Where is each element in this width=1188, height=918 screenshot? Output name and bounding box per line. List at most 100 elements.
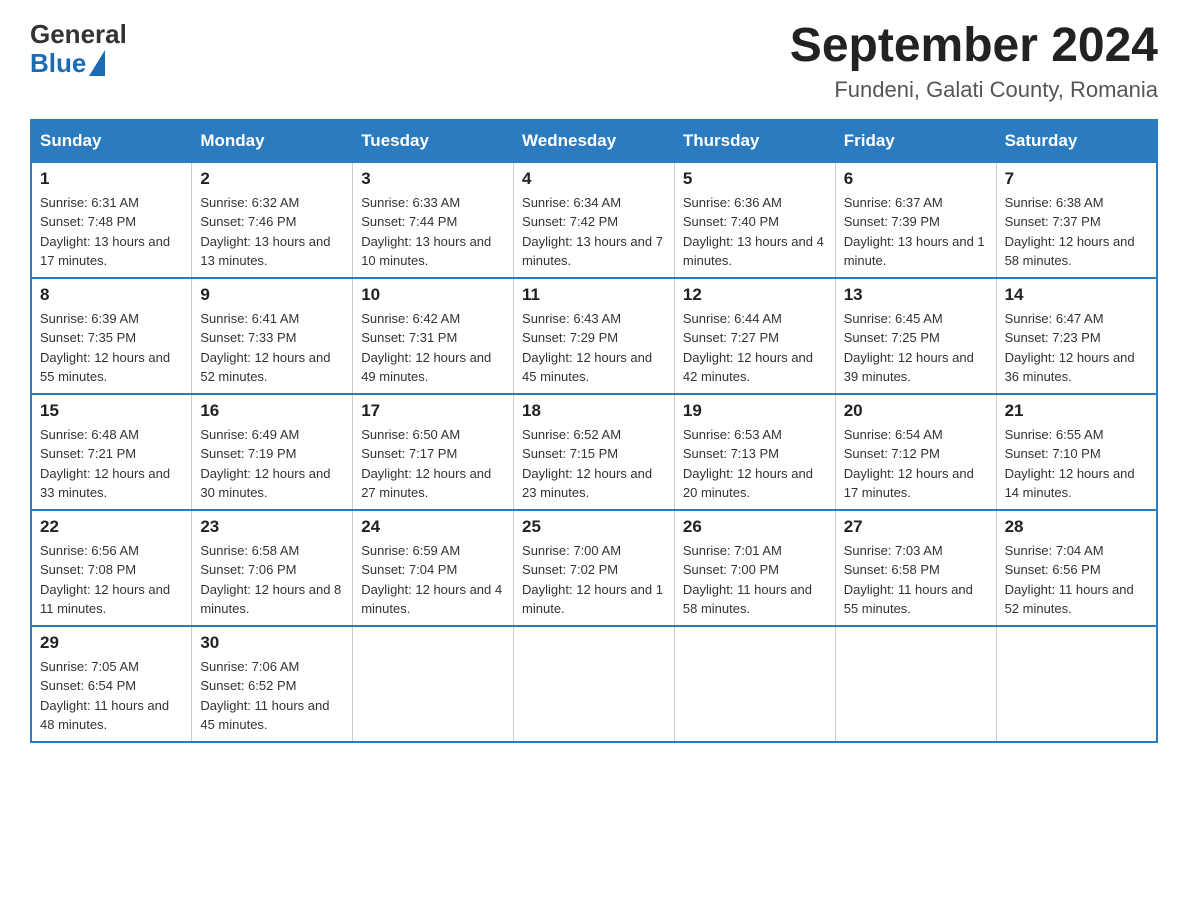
day-info: Sunrise: 6:55 AMSunset: 7:10 PMDaylight:…: [1005, 425, 1148, 503]
calendar-day-cell: 30 Sunrise: 7:06 AMSunset: 6:52 PMDaylig…: [192, 626, 353, 742]
day-of-week-header: Wednesday: [514, 120, 675, 162]
day-info: Sunrise: 6:37 AMSunset: 7:39 PMDaylight:…: [844, 193, 988, 271]
day-info: Sunrise: 6:36 AMSunset: 7:40 PMDaylight:…: [683, 193, 827, 271]
day-info: Sunrise: 7:01 AMSunset: 7:00 PMDaylight:…: [683, 541, 827, 619]
day-info: Sunrise: 6:47 AMSunset: 7:23 PMDaylight:…: [1005, 309, 1148, 387]
calendar-day-cell: 1 Sunrise: 6:31 AMSunset: 7:48 PMDayligh…: [31, 162, 192, 278]
title-area: September 2024 Fundeni, Galati County, R…: [790, 20, 1158, 103]
day-info: Sunrise: 6:52 AMSunset: 7:15 PMDaylight:…: [522, 425, 666, 503]
day-number: 22: [40, 517, 183, 537]
day-number: 29: [40, 633, 183, 653]
day-number: 10: [361, 285, 505, 305]
day-info: Sunrise: 6:54 AMSunset: 7:12 PMDaylight:…: [844, 425, 988, 503]
day-info: Sunrise: 6:44 AMSunset: 7:27 PMDaylight:…: [683, 309, 827, 387]
calendar-week-row: 1 Sunrise: 6:31 AMSunset: 7:48 PMDayligh…: [31, 162, 1157, 278]
calendar-day-cell: 11 Sunrise: 6:43 AMSunset: 7:29 PMDaylig…: [514, 278, 675, 394]
calendar-day-cell: 2 Sunrise: 6:32 AMSunset: 7:46 PMDayligh…: [192, 162, 353, 278]
calendar-day-cell: 25 Sunrise: 7:00 AMSunset: 7:02 PMDaylig…: [514, 510, 675, 626]
calendar-day-cell: [996, 626, 1157, 742]
calendar-day-cell: [835, 626, 996, 742]
day-number: 21: [1005, 401, 1148, 421]
day-info: Sunrise: 6:53 AMSunset: 7:13 PMDaylight:…: [683, 425, 827, 503]
day-number: 27: [844, 517, 988, 537]
calendar-day-cell: 29 Sunrise: 7:05 AMSunset: 6:54 PMDaylig…: [31, 626, 192, 742]
day-info: Sunrise: 7:05 AMSunset: 6:54 PMDaylight:…: [40, 657, 183, 735]
day-info: Sunrise: 6:31 AMSunset: 7:48 PMDaylight:…: [40, 193, 183, 271]
day-info: Sunrise: 6:39 AMSunset: 7:35 PMDaylight:…: [40, 309, 183, 387]
calendar-day-cell: 22 Sunrise: 6:56 AMSunset: 7:08 PMDaylig…: [31, 510, 192, 626]
day-of-week-header: Sunday: [31, 120, 192, 162]
day-number: 25: [522, 517, 666, 537]
page-header: General Blue September 2024 Fundeni, Gal…: [30, 20, 1158, 103]
calendar-day-cell: 16 Sunrise: 6:49 AMSunset: 7:19 PMDaylig…: [192, 394, 353, 510]
calendar-week-row: 22 Sunrise: 6:56 AMSunset: 7:08 PMDaylig…: [31, 510, 1157, 626]
calendar-day-cell: [514, 626, 675, 742]
calendar-day-cell: 13 Sunrise: 6:45 AMSunset: 7:25 PMDaylig…: [835, 278, 996, 394]
day-of-week-header: Saturday: [996, 120, 1157, 162]
calendar-table: SundayMondayTuesdayWednesdayThursdayFrid…: [30, 119, 1158, 743]
calendar-day-cell: 14 Sunrise: 6:47 AMSunset: 7:23 PMDaylig…: [996, 278, 1157, 394]
calendar-day-cell: 4 Sunrise: 6:34 AMSunset: 7:42 PMDayligh…: [514, 162, 675, 278]
calendar-title: September 2024: [790, 20, 1158, 73]
logo: General Blue: [30, 20, 127, 77]
calendar-header-row: SundayMondayTuesdayWednesdayThursdayFrid…: [31, 120, 1157, 162]
day-number: 19: [683, 401, 827, 421]
calendar-week-row: 8 Sunrise: 6:39 AMSunset: 7:35 PMDayligh…: [31, 278, 1157, 394]
calendar-day-cell: 21 Sunrise: 6:55 AMSunset: 7:10 PMDaylig…: [996, 394, 1157, 510]
calendar-day-cell: 17 Sunrise: 6:50 AMSunset: 7:17 PMDaylig…: [353, 394, 514, 510]
calendar-day-cell: 15 Sunrise: 6:48 AMSunset: 7:21 PMDaylig…: [31, 394, 192, 510]
day-number: 23: [200, 517, 344, 537]
calendar-day-cell: 23 Sunrise: 6:58 AMSunset: 7:06 PMDaylig…: [192, 510, 353, 626]
calendar-day-cell: 5 Sunrise: 6:36 AMSunset: 7:40 PMDayligh…: [674, 162, 835, 278]
day-number: 14: [1005, 285, 1148, 305]
calendar-week-row: 15 Sunrise: 6:48 AMSunset: 7:21 PMDaylig…: [31, 394, 1157, 510]
day-of-week-header: Tuesday: [353, 120, 514, 162]
calendar-day-cell: 3 Sunrise: 6:33 AMSunset: 7:44 PMDayligh…: [353, 162, 514, 278]
calendar-day-cell: 24 Sunrise: 6:59 AMSunset: 7:04 PMDaylig…: [353, 510, 514, 626]
day-info: Sunrise: 6:42 AMSunset: 7:31 PMDaylight:…: [361, 309, 505, 387]
calendar-day-cell: 12 Sunrise: 6:44 AMSunset: 7:27 PMDaylig…: [674, 278, 835, 394]
day-number: 24: [361, 517, 505, 537]
calendar-day-cell: 20 Sunrise: 6:54 AMSunset: 7:12 PMDaylig…: [835, 394, 996, 510]
day-info: Sunrise: 7:03 AMSunset: 6:58 PMDaylight:…: [844, 541, 988, 619]
day-number: 13: [844, 285, 988, 305]
calendar-subtitle: Fundeni, Galati County, Romania: [790, 77, 1158, 103]
day-info: Sunrise: 7:06 AMSunset: 6:52 PMDaylight:…: [200, 657, 344, 735]
day-info: Sunrise: 7:04 AMSunset: 6:56 PMDaylight:…: [1005, 541, 1148, 619]
calendar-day-cell: [674, 626, 835, 742]
day-number: 11: [522, 285, 666, 305]
day-info: Sunrise: 7:00 AMSunset: 7:02 PMDaylight:…: [522, 541, 666, 619]
calendar-day-cell: 9 Sunrise: 6:41 AMSunset: 7:33 PMDayligh…: [192, 278, 353, 394]
day-info: Sunrise: 6:50 AMSunset: 7:17 PMDaylight:…: [361, 425, 505, 503]
day-info: Sunrise: 6:45 AMSunset: 7:25 PMDaylight:…: [844, 309, 988, 387]
day-info: Sunrise: 6:38 AMSunset: 7:37 PMDaylight:…: [1005, 193, 1148, 271]
logo-blue-text: Blue: [30, 49, 86, 78]
calendar-day-cell: 28 Sunrise: 7:04 AMSunset: 6:56 PMDaylig…: [996, 510, 1157, 626]
calendar-day-cell: 19 Sunrise: 6:53 AMSunset: 7:13 PMDaylig…: [674, 394, 835, 510]
day-number: 16: [200, 401, 344, 421]
day-number: 9: [200, 285, 344, 305]
calendar-day-cell: 18 Sunrise: 6:52 AMSunset: 7:15 PMDaylig…: [514, 394, 675, 510]
day-number: 26: [683, 517, 827, 537]
day-number: 7: [1005, 169, 1148, 189]
day-number: 6: [844, 169, 988, 189]
day-info: Sunrise: 6:48 AMSunset: 7:21 PMDaylight:…: [40, 425, 183, 503]
day-number: 15: [40, 401, 183, 421]
calendar-day-cell: 10 Sunrise: 6:42 AMSunset: 7:31 PMDaylig…: [353, 278, 514, 394]
calendar-day-cell: 27 Sunrise: 7:03 AMSunset: 6:58 PMDaylig…: [835, 510, 996, 626]
day-info: Sunrise: 6:41 AMSunset: 7:33 PMDaylight:…: [200, 309, 344, 387]
calendar-day-cell: 8 Sunrise: 6:39 AMSunset: 7:35 PMDayligh…: [31, 278, 192, 394]
calendar-week-row: 29 Sunrise: 7:05 AMSunset: 6:54 PMDaylig…: [31, 626, 1157, 742]
day-info: Sunrise: 6:59 AMSunset: 7:04 PMDaylight:…: [361, 541, 505, 619]
logo-general-text: General: [30, 20, 127, 49]
calendar-day-cell: 6 Sunrise: 6:37 AMSunset: 7:39 PMDayligh…: [835, 162, 996, 278]
day-of-week-header: Friday: [835, 120, 996, 162]
day-info: Sunrise: 6:49 AMSunset: 7:19 PMDaylight:…: [200, 425, 344, 503]
day-info: Sunrise: 6:43 AMSunset: 7:29 PMDaylight:…: [522, 309, 666, 387]
day-number: 17: [361, 401, 505, 421]
calendar-day-cell: 26 Sunrise: 7:01 AMSunset: 7:00 PMDaylig…: [674, 510, 835, 626]
day-of-week-header: Thursday: [674, 120, 835, 162]
day-number: 28: [1005, 517, 1148, 537]
day-number: 20: [844, 401, 988, 421]
day-info: Sunrise: 6:32 AMSunset: 7:46 PMDaylight:…: [200, 193, 344, 271]
